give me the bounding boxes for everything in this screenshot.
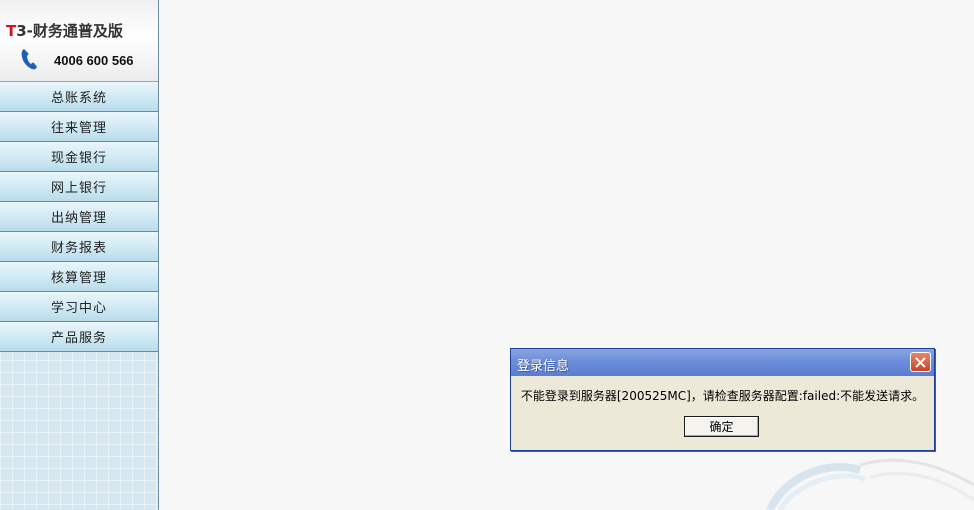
nav-item-label: 产品服务 xyxy=(50,331,107,346)
nav-item-general-ledger[interactable]: 总账系统 xyxy=(0,82,158,112)
nav-item-cash-bank[interactable]: 现金银行 xyxy=(0,142,158,172)
nav-item-label: 学习中心 xyxy=(50,301,107,316)
nav-item-accounting[interactable]: 核算管理 xyxy=(0,262,158,292)
product-name-rest: 3-财务通普及版 xyxy=(16,22,123,40)
phone-icon xyxy=(21,49,37,70)
close-icon xyxy=(915,356,926,368)
dialog-title: 登录信息 xyxy=(517,359,570,374)
brand-header: T3-财务通普及版 4006 600 566 xyxy=(0,0,158,82)
nav-item-receivables[interactable]: 往来管理 xyxy=(0,112,158,142)
nav-menu: 总账系统 往来管理 现金银行 网上银行 出纳管理 财务报表 核算管理 学习中心 … xyxy=(0,82,158,352)
dialog-message: 不能登录到服务器[200525MC]，请检查服务器配置:failed:不能发送请… xyxy=(520,389,925,403)
decorative-swirl xyxy=(766,458,974,510)
nav-item-label: 出纳管理 xyxy=(50,211,107,226)
nav-item-online-bank[interactable]: 网上银行 xyxy=(0,172,158,202)
nav-item-cashier[interactable]: 出纳管理 xyxy=(0,202,158,232)
product-name-prefix: T xyxy=(6,22,17,40)
login-info-dialog: 登录信息 不能登录到服务器[200525MC]，请检查服务器配置:failed:… xyxy=(510,348,935,451)
sidebar: T3-财务通普及版 4006 600 566 总账系统 往来管理 现金银行 网上… xyxy=(0,0,159,510)
nav-item-label: 财务报表 xyxy=(50,241,107,256)
nav-item-label: 往来管理 xyxy=(50,121,107,136)
product-name: T3-财务通普及版 xyxy=(6,20,123,41)
nav-item-financial-reports[interactable]: 财务报表 xyxy=(0,232,158,262)
dialog-titlebar[interactable]: 登录信息 xyxy=(511,349,934,376)
nav-item-label: 核算管理 xyxy=(50,271,107,286)
nav-item-product-service[interactable]: 产品服务 xyxy=(0,322,158,352)
nav-item-label: 网上银行 xyxy=(50,181,107,196)
nav-item-learning-center[interactable]: 学习中心 xyxy=(0,292,158,322)
close-button[interactable] xyxy=(910,352,931,372)
nav-item-label: 总账系统 xyxy=(50,91,107,106)
hotline-number: 4006 600 566 xyxy=(54,53,134,68)
nav-item-label: 现金银行 xyxy=(50,151,107,166)
ok-button[interactable]: 确定 xyxy=(684,416,759,437)
